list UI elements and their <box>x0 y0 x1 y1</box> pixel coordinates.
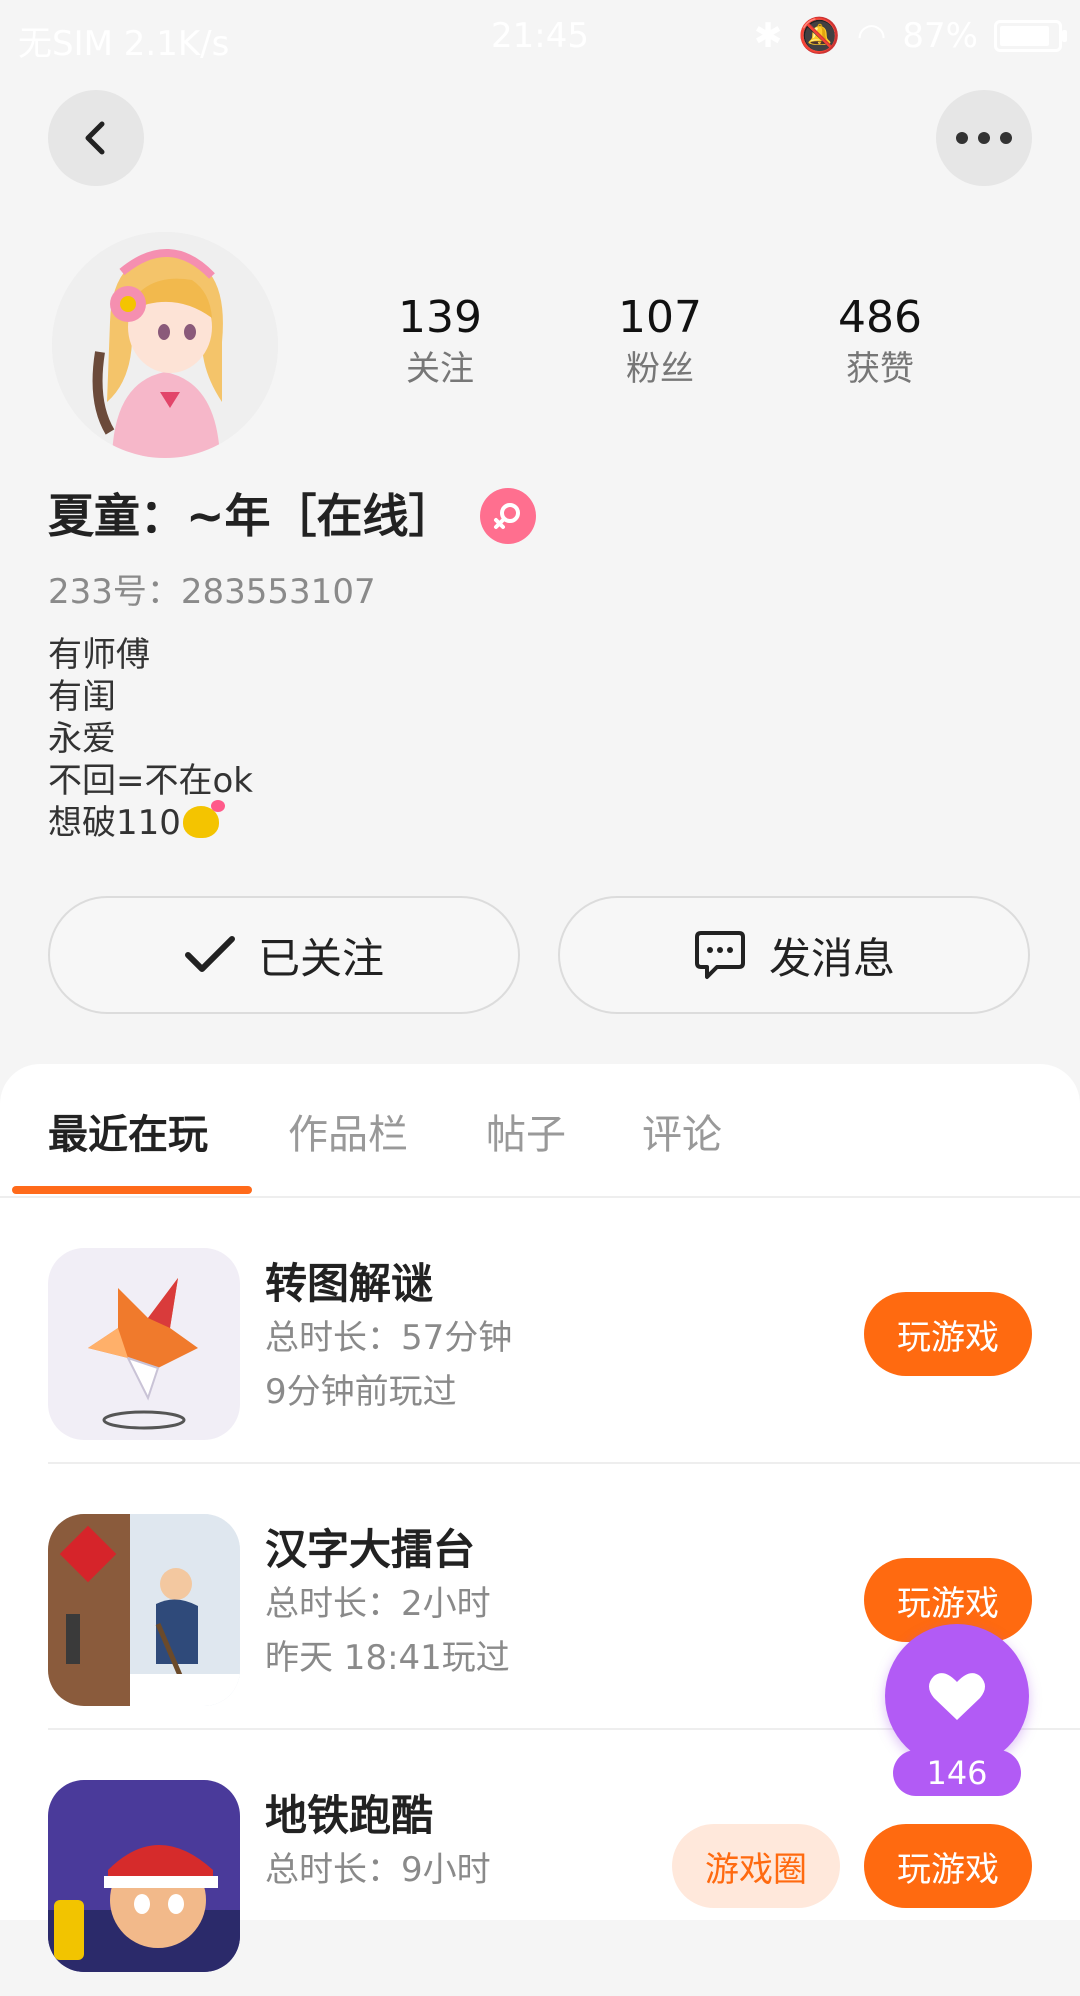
tab-recent[interactable]: 最近在玩 <box>48 1102 208 1160</box>
stat-label: 关注 <box>406 349 474 389</box>
stat-followers[interactable]: 107 粉丝 <box>550 290 770 392</box>
game-last-played: 昨天 18:41玩过 <box>265 1638 510 1678</box>
status-icons: ✱ 🔕 ◠ 87% <box>753 16 1067 56</box>
mute-icon: 🔕 <box>798 16 841 56</box>
stat-likes[interactable]: 486 获赞 <box>770 290 990 392</box>
status-bar: 无SIM 2.1K/s 21:45 ✱ 🔕 ◠ 87% <box>0 0 1080 78</box>
user-id: 233号：283553107 <box>48 572 376 612</box>
chevron-left-icon <box>85 121 105 155</box>
bluetooth-icon: ✱ <box>753 16 783 56</box>
play-game-button[interactable]: 玩游戏 <box>864 1292 1032 1376</box>
avatar[interactable] <box>52 232 278 458</box>
game-icon-hanzi-arena <box>48 1514 240 1706</box>
game-row[interactable]: 转图解谜 总时长：57分钟 9分钟前玩过 玩游戏 <box>0 1198 1080 1464</box>
game-icon-subway-surfers <box>48 1780 240 1972</box>
followed-button[interactable]: 已关注 <box>48 896 520 1014</box>
tab-comments[interactable]: 评论 <box>642 1102 722 1160</box>
female-icon <box>480 488 536 544</box>
game-title: 转图解谜 <box>265 1259 434 1308</box>
avatar-illustration <box>52 232 278 458</box>
bio: 有师傅 有闺 永爱 不回=不在ok 想破110 <box>48 634 253 844</box>
chick-emoji-icon <box>182 800 225 838</box>
bio-line: 想破110 <box>48 803 181 843</box>
back-button[interactable] <box>48 90 144 186</box>
game-icon-rotate-puzzle <box>48 1248 240 1440</box>
stat-label: 获赞 <box>846 349 914 389</box>
more-dots-icon <box>956 132 1012 144</box>
game-duration: 总时长：2小时 <box>265 1584 491 1624</box>
send-message-label: 发消息 <box>768 933 895 983</box>
chat-bubble-icon <box>694 931 745 979</box>
bio-line-wrap: 想破110 <box>48 800 253 844</box>
check-icon <box>184 936 235 972</box>
tab-works[interactable]: 作品栏 <box>288 1102 408 1160</box>
like-button[interactable] <box>885 1624 1029 1768</box>
nickname: 夏童：~年［在线］ <box>48 489 455 543</box>
game-title: 地铁跑酷 <box>265 1791 434 1840</box>
game-circle-button[interactable]: 游戏圈 <box>672 1824 840 1908</box>
game-duration: 总时长：9小时 <box>265 1850 491 1890</box>
bio-line: 有师傅 <box>48 635 150 675</box>
stat-value: 107 <box>618 292 702 343</box>
game-last-played: 9分钟前玩过 <box>265 1372 457 1412</box>
game-title: 汉字大擂台 <box>265 1525 476 1574</box>
tab-posts[interactable]: 帖子 <box>486 1102 566 1160</box>
stat-value: 139 <box>398 292 482 343</box>
stat-label: 粉丝 <box>626 349 694 389</box>
stat-value: 486 <box>838 292 922 343</box>
battery-percent: 87% <box>902 16 978 56</box>
like-count: 146 <box>893 1750 1021 1796</box>
bio-line: 不回=不在ok <box>48 761 253 801</box>
bio-line: 有闺 <box>48 677 116 717</box>
play-game-button[interactable]: 玩游戏 <box>864 1824 1032 1908</box>
stat-following[interactable]: 139 关注 <box>330 290 550 392</box>
bio-line: 永爱 <box>48 719 116 759</box>
more-button[interactable] <box>936 90 1032 186</box>
game-duration: 总时长：57分钟 <box>265 1318 513 1358</box>
battery-icon <box>994 20 1067 52</box>
profile-tabs: 最近在玩 作品栏 帖子 评论 <box>0 1064 1080 1198</box>
heart-icon <box>929 1673 985 1720</box>
profile-stats: 139 关注 107 粉丝 486 获赞 <box>330 290 990 392</box>
tab-indicator <box>12 1186 252 1194</box>
wifi-icon: ◠ <box>856 16 887 56</box>
send-message-button[interactable]: 发消息 <box>558 896 1030 1014</box>
followed-label: 已关注 <box>257 933 384 983</box>
